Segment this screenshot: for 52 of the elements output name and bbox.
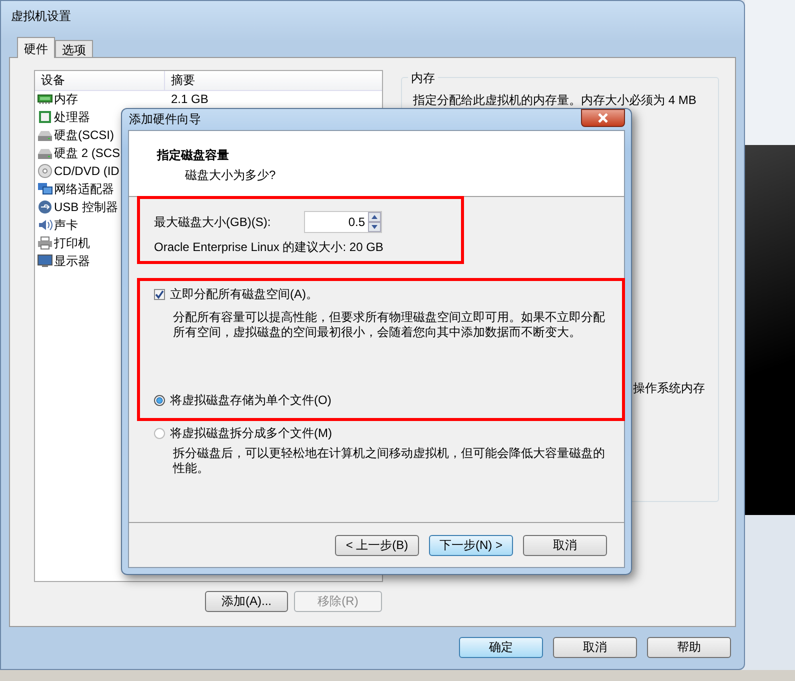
- column-header: 摘要: [170, 72, 195, 89]
- wizard-subheading: 磁盘大小为多少?: [185, 167, 277, 184]
- hard-drive-icon: [37, 128, 53, 142]
- usb-icon: [37, 200, 53, 214]
- radio-button[interactable]: [154, 428, 165, 438]
- tab[interactable]: 选项: [55, 40, 93, 57]
- device-summary: 2.1 GB: [170, 92, 208, 106]
- device-name[interactable]: 内存: [54, 90, 78, 108]
- device-name[interactable]: 声卡: [54, 216, 78, 234]
- close-icon: [597, 113, 609, 123]
- dialog-button[interactable]: 取消: [553, 637, 637, 658]
- option-description: 分配所有容量可以提高性能，但要求所有物理磁盘空间立即可用。如果不立即分配所有空间，虚拟磁盘的空间最初很小，会随着您向其中添加数据而不断变大。: [173, 310, 606, 340]
- radio-button[interactable]: [154, 394, 165, 406]
- network-icon: [37, 182, 53, 196]
- checkbox-label[interactable]: 立即分配所有磁盘空间(A)。: [170, 286, 318, 302]
- printer-icon: [37, 236, 53, 250]
- device-name[interactable]: 硬盘 2 (SCS: [54, 144, 120, 162]
- add-button[interactable]: 添加(A)...: [205, 591, 288, 612]
- speaker-icon: [37, 218, 53, 232]
- device-name[interactable]: 打印机: [54, 234, 90, 252]
- device-name[interactable]: 网络适配器: [54, 180, 114, 198]
- wizard-heading: 指定磁盘容量: [157, 147, 230, 164]
- disc-icon: [37, 164, 53, 178]
- device-name[interactable]: 处理器: [54, 108, 90, 126]
- memory-text: 操作系统内存: [633, 380, 706, 397]
- radio-label[interactable]: 将虚拟磁盘拆分成多个文件(M): [170, 424, 332, 442]
- chip-icon: [37, 110, 53, 124]
- close-button[interactable]: [581, 109, 625, 127]
- field-label: 最大磁盘大小(GB)(S):: [154, 214, 272, 230]
- device-name[interactable]: 硬盘(SCSI): [54, 126, 114, 144]
- tab[interactable]: 硬件: [17, 37, 55, 58]
- checkbox[interactable]: [154, 288, 165, 300]
- device-name[interactable]: USB 控制器: [54, 198, 118, 216]
- dialog-title: 添加硬件向导: [128, 111, 201, 128]
- radio-label[interactable]: 将虚拟磁盘存储为单个文件(O): [170, 392, 332, 408]
- check-icon: [155, 290, 164, 298]
- device-name[interactable]: 显示器: [54, 252, 90, 270]
- option-description: 拆分磁盘后，可以更轻松地在计算机之间移动虚拟机，但可能会降低大容量磁盘的性能。: [173, 446, 606, 476]
- hard-drive-icon: [37, 146, 53, 160]
- wizard-button[interactable]: 下一步(N) >: [429, 534, 513, 556]
- dialog-button[interactable]: 确定: [459, 637, 543, 658]
- group-description: 指定分配给此虚拟机的内存量。内存大小必须为 4 MB: [413, 92, 698, 109]
- device-name[interactable]: CD/DVD (ID: [54, 164, 120, 178]
- wizard-button[interactable]: < 上一步(B): [335, 534, 419, 556]
- column-header: 设备: [35, 71, 165, 90]
- recommendation-text: Oracle Enterprise Linux 的建议大小: 20 GB: [154, 239, 384, 256]
- memory-chip-icon: [37, 92, 53, 106]
- wizard-button[interactable]: 取消: [523, 534, 607, 556]
- window-title: 虚拟机设置: [11, 8, 71, 24]
- dialog-button[interactable]: 帮助: [647, 637, 731, 658]
- size-spinbox[interactable]: 0.5: [304, 211, 382, 233]
- monitor-icon: [37, 254, 53, 268]
